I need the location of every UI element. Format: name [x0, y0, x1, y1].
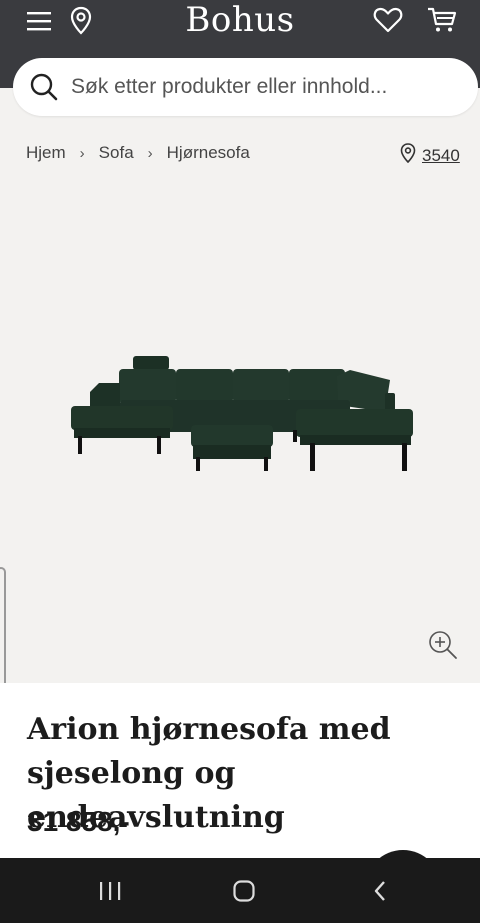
zoom-in-icon[interactable] [427, 629, 459, 661]
back-icon[interactable] [340, 858, 420, 923]
search-icon [29, 72, 59, 102]
site-logo[interactable]: Bohus [0, 0, 480, 40]
heart-icon[interactable] [370, 4, 406, 36]
product-image[interactable] [0, 180, 480, 680]
system-nav-bar [0, 858, 480, 923]
breadcrumb-separator: › [79, 144, 85, 162]
search-input[interactable]: Søk etter produkter eller innhold... [71, 75, 387, 99]
home-icon[interactable] [204, 858, 284, 923]
store-code[interactable]: 3540 [422, 146, 460, 166]
map-pin-icon [400, 143, 416, 168]
shopping-cart-icon[interactable] [424, 4, 460, 36]
breadcrumb: Hjem › Sofa › Hjørnesofa [26, 143, 250, 163]
store-selector[interactable]: 3540 [400, 143, 460, 168]
product-info: Arion hjørnesofa med sjeselong og endeav… [0, 683, 480, 890]
product-price: 31 858,- [27, 806, 130, 837]
recent-apps-icon[interactable] [70, 858, 150, 923]
breadcrumb-sofa[interactable]: Sofa [99, 143, 134, 163]
search-bar[interactable]: Søk etter produkter eller innhold... [13, 58, 478, 116]
breadcrumb-home[interactable]: Hjem [26, 143, 66, 163]
breadcrumb-separator: › [147, 144, 153, 162]
breadcrumb-current[interactable]: Hjørnesofa [167, 143, 250, 163]
